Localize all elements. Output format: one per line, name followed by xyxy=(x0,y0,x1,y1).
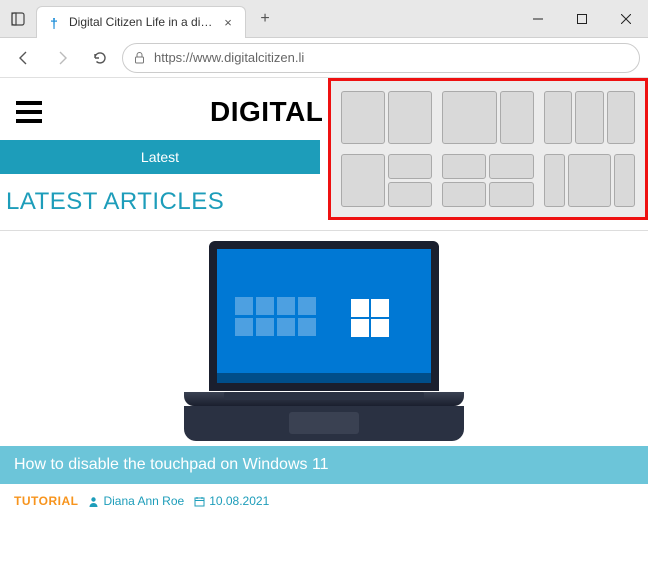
article-author[interactable]: Diana Ann Roe xyxy=(88,494,184,508)
snap-layout-option[interactable] xyxy=(341,91,432,144)
address-bar: https://www.digitalcitizen.li xyxy=(0,38,648,78)
article-meta: TUTORIAL Diana Ann Roe 10.08.2021 xyxy=(0,484,648,518)
new-tab-button[interactable]: + xyxy=(250,4,280,34)
snap-layout-option[interactable] xyxy=(544,91,635,144)
browser-tab[interactable]: † Digital Citizen Life in a digital wo × xyxy=(36,6,246,38)
tab-latest[interactable]: Latest xyxy=(0,140,320,174)
snap-layout-option[interactable] xyxy=(544,154,635,207)
snap-layouts-flyout xyxy=(328,78,648,220)
hamburger-menu-button[interactable] xyxy=(16,101,42,123)
tab-close-button[interactable]: × xyxy=(221,15,235,29)
snap-layout-option[interactable] xyxy=(442,91,533,144)
maximize-button[interactable] xyxy=(560,0,604,38)
window-titlebar: † Digital Citizen Life in a digital wo ×… xyxy=(0,0,648,38)
window-close-button[interactable] xyxy=(604,0,648,38)
person-icon xyxy=(88,496,99,507)
favicon-icon: † xyxy=(47,15,61,29)
url-input[interactable]: https://www.digitalcitizen.li xyxy=(122,43,640,73)
snap-layout-option[interactable] xyxy=(442,154,533,207)
lock-icon xyxy=(133,51,146,64)
refresh-button[interactable] xyxy=(84,42,116,74)
article-date: 10.08.2021 xyxy=(194,494,269,508)
calendar-icon xyxy=(194,496,205,507)
article-thumbnail[interactable] xyxy=(0,231,648,446)
tab-actions-button[interactable] xyxy=(0,0,36,38)
snap-layout-option[interactable] xyxy=(341,154,432,207)
article-category[interactable]: TUTORIAL xyxy=(14,494,78,508)
url-text: https://www.digitalcitizen.li xyxy=(154,50,304,65)
back-button[interactable] xyxy=(8,42,40,74)
tab-title: Digital Citizen Life in a digital wo xyxy=(69,15,213,29)
article-title[interactable]: How to disable the touchpad on Windows 1… xyxy=(0,446,648,484)
forward-button[interactable] xyxy=(46,42,78,74)
site-logo[interactable]: DIGITAL xyxy=(210,96,323,128)
page-content: DIGITAL Latest LATEST ARTICLES How to di… xyxy=(0,78,648,570)
minimize-button[interactable] xyxy=(516,0,560,38)
